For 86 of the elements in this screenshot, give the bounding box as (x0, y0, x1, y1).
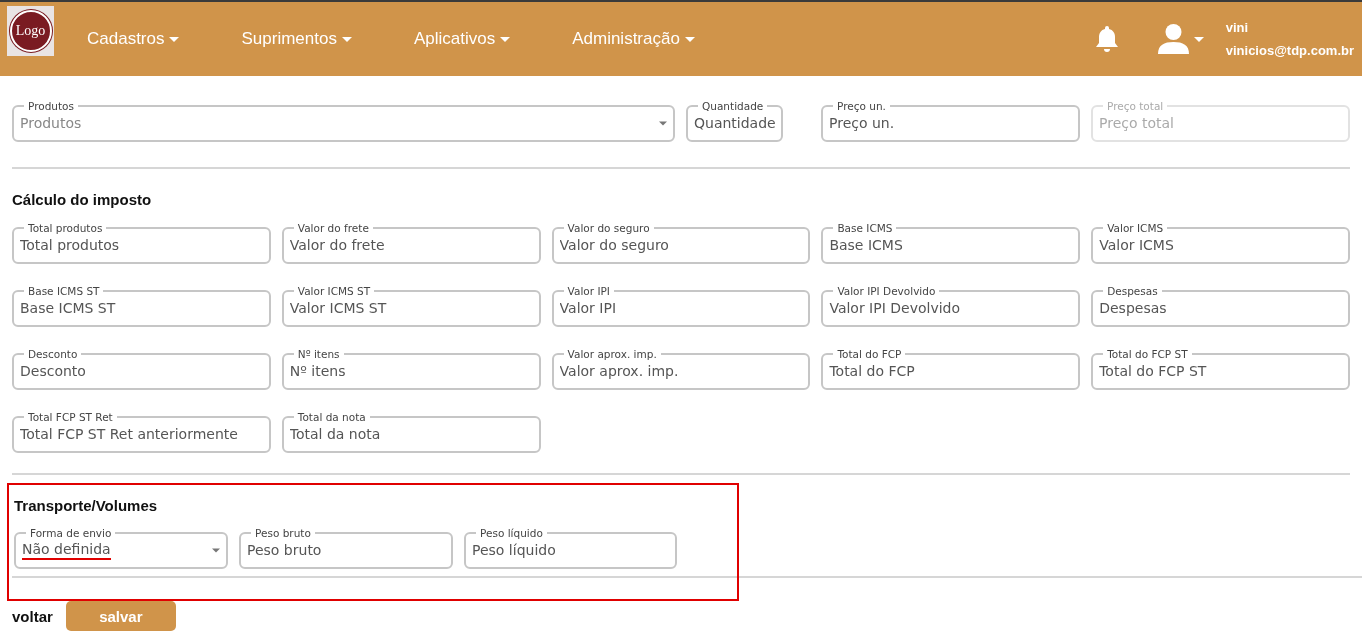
input-field[interactable]: Peso líquido Peso líquido (464, 527, 677, 569)
field-input[interactable]: Valor do seguro (559, 237, 803, 253)
caret-icon (169, 36, 180, 42)
field-label: Quantidade (701, 100, 765, 112)
input-field[interactable]: Total FCP ST Ret Total FCP ST Ret anteriormente (12, 411, 271, 453)
input-field[interactable]: Total da nota Total da nota (281, 411, 541, 453)
field-input[interactable]: Quantidade (694, 115, 775, 131)
field-input[interactable]: Peso bruto (247, 542, 445, 558)
field-input[interactable]: Produtos (20, 115, 659, 131)
field-input[interactable]: Total produtos (20, 237, 263, 253)
field-input[interactable]: Valor IPI Devolvido (829, 300, 1073, 316)
user-name: vini (1225, 20, 1250, 35)
field-input[interactable]: Base ICMS ST (20, 300, 263, 316)
section-title: Transporte/Volumes (14, 497, 159, 514)
field-input[interactable]: Base ICMS (829, 237, 1073, 253)
input-field[interactable]: Valor do seguro Valor do seguro (551, 222, 811, 264)
field-label: Preço total (1106, 100, 1165, 112)
input-field[interactable]: Base ICMS Base ICMS (821, 222, 1081, 264)
field-input[interactable]: Desconto (20, 363, 263, 379)
input-field[interactable]: Quantidade Quantidade (686, 100, 783, 142)
field-input[interactable]: Total da nota (289, 426, 533, 442)
field-input[interactable]: Nº itens (289, 363, 533, 379)
field-input[interactable]: Despesas (1099, 300, 1342, 316)
caret-icon (1193, 36, 1204, 42)
caret-icon (684, 36, 695, 42)
input-field[interactable]: Preço un. Preço un. (821, 100, 1080, 142)
input-field[interactable]: Valor ICMS ST Valor ICMS ST (281, 285, 541, 327)
section-title: Cálculo do imposto (12, 191, 153, 208)
field-label: Valor do frete (296, 222, 370, 234)
field-input[interactable]: Preço un. (829, 115, 1072, 131)
field-input[interactable]: Total FCP ST Ret anteriormente (20, 426, 263, 442)
field-input[interactable]: Valor aprox. imp. (559, 363, 803, 379)
field-label: Desconto (27, 348, 79, 360)
field-label: Total produtos (27, 222, 104, 234)
field-label: Despesas (1106, 285, 1159, 297)
user-menu-button[interactable] (1157, 24, 1204, 54)
input-field[interactable]: Valor do frete Valor do frete (281, 222, 541, 264)
field-label: Total do FCP (836, 348, 903, 360)
select-value[interactable]: Não definida (22, 541, 111, 560)
input-field[interactable]: Total do FCP ST Total do FCP ST (1091, 348, 1350, 390)
input-field[interactable]: Valor aprox. imp. Valor aprox. imp. (551, 348, 811, 390)
field-input[interactable]: Peso líquido (472, 542, 669, 558)
field-label: Valor ICMS ST (296, 285, 372, 297)
field-input[interactable]: Total do FCP ST (1099, 363, 1342, 379)
field-label: Base ICMS ST (27, 285, 101, 297)
field-label: Valor aprox. imp. (566, 348, 658, 360)
caret-icon (212, 547, 220, 553)
input-field[interactable]: Valor IPI Devolvido Valor IPI Devolvido (821, 285, 1081, 327)
field-label: Forma de envio (29, 527, 113, 539)
field-label: Valor do seguro (566, 222, 651, 234)
field-input[interactable]: Valor IPI (559, 300, 803, 316)
field-label: Valor IPI Devolvido (836, 285, 937, 297)
input-field[interactable]: Peso bruto Peso bruto (239, 527, 453, 569)
input-field[interactable]: Total do FCP Total do FCP (821, 348, 1081, 390)
field-label: Nº itens (296, 348, 341, 360)
input-field[interactable]: Despesas Despesas (1091, 285, 1350, 327)
logo[interactable]: Logo (7, 6, 54, 56)
select-field[interactable]: Forma de envio Não definida (14, 527, 228, 569)
back-link[interactable]: voltar (12, 607, 53, 625)
input-field[interactable]: Nº itens Nº itens (281, 348, 541, 390)
input-field[interactable]: Valor IPI Valor IPI (551, 285, 811, 327)
input-field[interactable]: Total produtos Total produtos (12, 222, 271, 264)
input-field[interactable]: Base ICMS ST Base ICMS ST (12, 285, 271, 327)
caret-icon (341, 36, 352, 42)
input-field[interactable]: Desconto Desconto (12, 348, 271, 390)
user-icon (1157, 24, 1189, 54)
field-label: Peso bruto (254, 527, 312, 539)
field-label: Produtos (27, 100, 75, 112)
select-field[interactable]: Produtos Produtos (12, 100, 675, 142)
caret-icon (659, 120, 667, 126)
field-input[interactable]: Total do FCP (829, 363, 1073, 379)
field-label: Base ICMS (836, 222, 894, 234)
field-label: Total da nota (296, 411, 367, 423)
user-email: vinicios@tdp.com.br (1225, 43, 1354, 58)
field-input[interactable]: Valor ICMS (1099, 237, 1342, 253)
field-label: Peso líquido (479, 527, 544, 539)
input-field[interactable]: Valor ICMS Valor ICMS (1091, 222, 1350, 264)
field-input[interactable]: Valor ICMS ST (289, 300, 533, 316)
field-label: Valor IPI (566, 285, 611, 297)
bell-icon[interactable] (1093, 25, 1120, 53)
field-label: Total do FCP ST (1106, 348, 1189, 360)
field-label: Total FCP ST Ret (27, 411, 114, 423)
caret-icon (500, 36, 511, 42)
field-label: Valor ICMS (1106, 222, 1165, 234)
field-label: Preço un. (836, 100, 887, 112)
field-input[interactable]: Valor do frete (289, 237, 533, 253)
